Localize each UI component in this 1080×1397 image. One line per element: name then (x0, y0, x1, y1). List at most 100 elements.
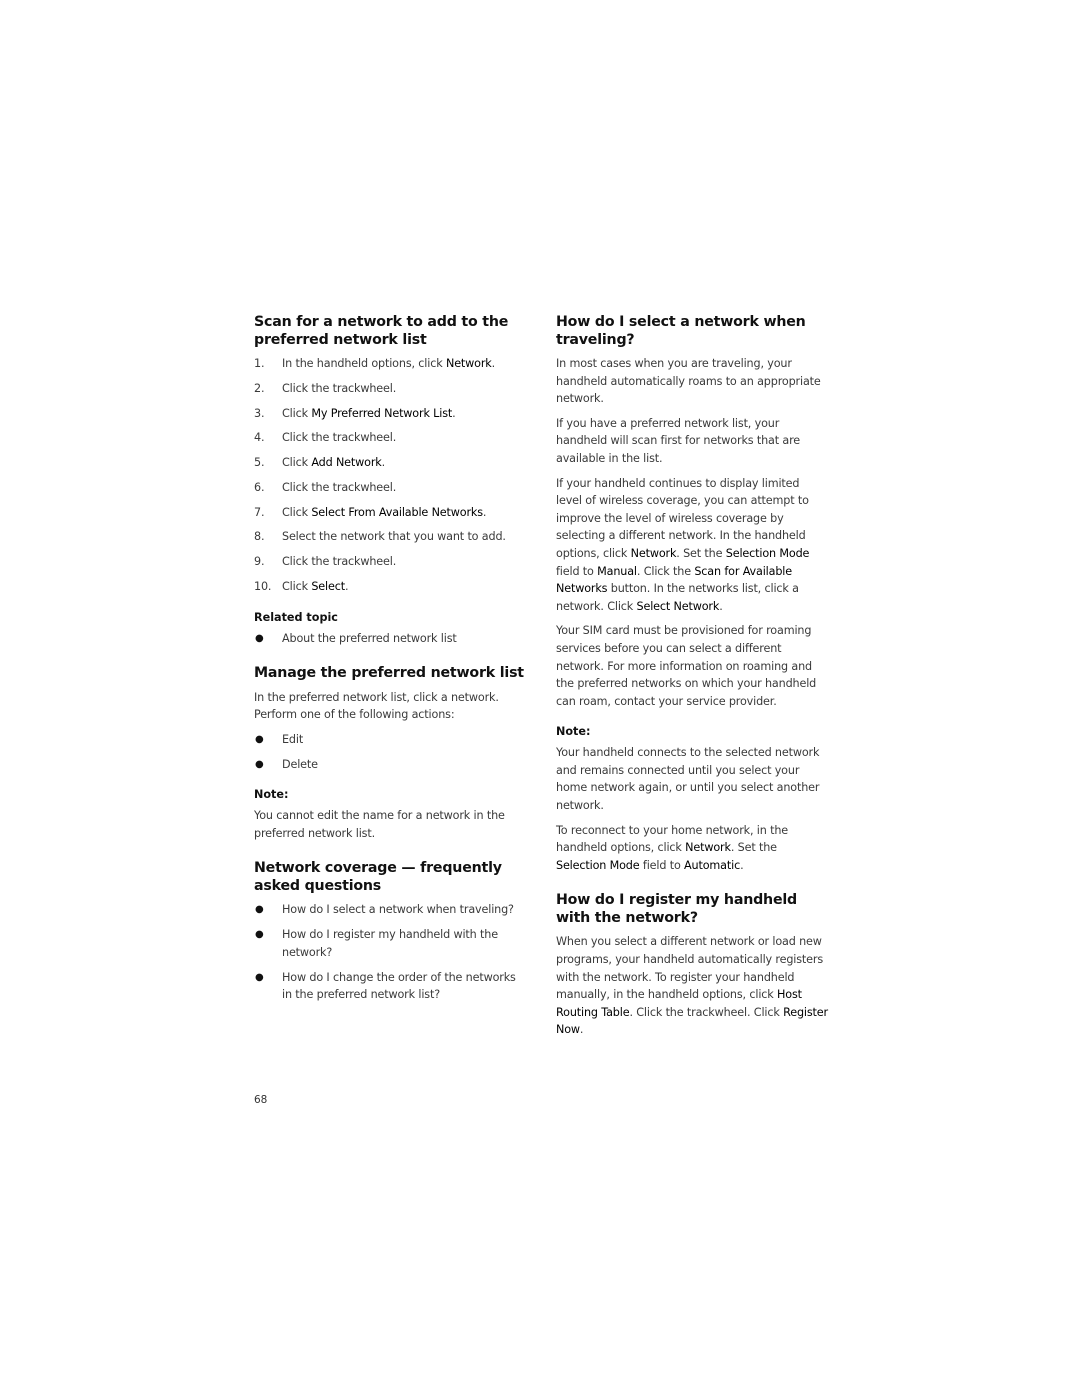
text-segment: . (491, 357, 496, 370)
step-item: 10. Click Select. (254, 578, 526, 596)
step-number: 3. (254, 406, 265, 420)
paragraph: Your SIM card must be provisioned for ro… (556, 622, 828, 710)
ui-term: Select Network (636, 599, 720, 613)
text-segment: . (381, 456, 386, 470)
text-segment: . (719, 599, 723, 613)
step-item: 2. Click the trackwheel. (254, 380, 526, 398)
action-item: ● Delete (254, 756, 526, 774)
ui-term: Automatic (684, 858, 741, 872)
register-section: How do I register my handheld with the n… (556, 892, 828, 1039)
faq-section: Network coverage — frequently asked ques… (254, 860, 526, 1003)
step-number: 9. (254, 555, 265, 569)
paragraph: When you select a different network or l… (556, 933, 828, 1039)
text-segment: . (344, 580, 349, 594)
action-item-text: Delete (282, 757, 318, 771)
page-number: 68 (254, 1094, 268, 1106)
scan-section: Scan for a network to add to the preferr… (254, 314, 526, 647)
text-segment: . Click the trackwheel. Click (629, 1005, 784, 1019)
manage-section-title: Manage the preferred network list (254, 665, 524, 682)
manage-section: Manage the preferred network list In the… (254, 665, 526, 842)
step-item: 8. Select the network that you want to ad… (254, 528, 526, 546)
text-segment: Click (282, 456, 312, 470)
note-paragraph: To reconnect to your home network, in th… (556, 822, 828, 875)
ui-term: Add Network (311, 456, 382, 470)
step-item: 1. In the handheld options, click Network… (254, 355, 526, 373)
ui-term: My Preferred Network List (311, 406, 453, 420)
text-segment: In the handheld options, click (282, 357, 446, 370)
ui-term: Manual (597, 564, 637, 578)
faq-item-text: How do I register my handheld with the n… (282, 928, 498, 959)
bullet-icon: ● (255, 632, 264, 644)
text-segment: Click the trackwheel. (282, 431, 397, 445)
step-number: 1. (254, 357, 265, 370)
bullet-icon: ● (255, 929, 264, 941)
text-segment: In most cases when you are traveling, yo… (556, 357, 821, 406)
step-item: 4. Click the trackwheel. (254, 429, 526, 447)
text-segment: field to (556, 564, 598, 578)
text-segment: If you have a preferred network list, yo… (556, 416, 801, 465)
action-item: ● Edit (254, 731, 526, 749)
faq-list: ● How do I select a network when travelin… (254, 901, 526, 1003)
select-network-note-body: Your handheld connects to the selected n… (556, 744, 828, 874)
faq-item: ● How do I register my handheld with the … (254, 926, 526, 961)
step-number: 5. (254, 456, 265, 470)
text-segment: Click (282, 406, 312, 420)
related-topic-item: ● About the preferred network list (254, 630, 526, 648)
step-item: 9. Click the trackwheel. (254, 553, 526, 571)
related-topics-list: ● About the preferred network list (254, 630, 526, 648)
manage-actions-list: ● Edit ● Delete (254, 731, 526, 773)
right-column: How do I select a network when traveling… (556, 314, 828, 1046)
ui-term: Selection Mode (725, 546, 810, 560)
step-number: 8. (254, 530, 265, 544)
text-segment: . Set the (676, 546, 726, 560)
related-topic-label: Related topic (254, 610, 338, 624)
step-number: 6. (254, 480, 265, 494)
text-segment: Click the trackwheel. (282, 480, 397, 494)
select-network-body: In most cases when you are traveling, yo… (556, 355, 828, 710)
text-segment: . (482, 505, 487, 519)
note-text: You cannot edit the name for a network i… (254, 809, 505, 840)
text-segment: Select the network that you want to add. (282, 530, 506, 544)
paragraph: In most cases when you are traveling, yo… (556, 355, 828, 408)
ui-term: Select (311, 580, 345, 594)
related-topic-item-text: About the preferred network list (282, 631, 457, 645)
left-column: Scan for a network to add to the preferr… (254, 314, 526, 1011)
step-item: 5. Click Add Network. (254, 454, 526, 472)
note-label: Note: (556, 725, 591, 739)
text-segment: . (452, 406, 456, 420)
ui-term: Select From Available Networks (311, 505, 483, 519)
step-item: 3. Click My Preferred Network List. (254, 405, 526, 423)
step-number: 7. (254, 505, 265, 519)
bullet-icon: ● (255, 971, 264, 983)
scan-section-title: Scan for a network to add to the preferr… (254, 314, 509, 348)
faq-section-title: Network coverage — frequently asked ques… (254, 860, 502, 894)
step-number: 4. (254, 431, 265, 445)
note-label: Note: (254, 788, 289, 802)
text-segment: Click (282, 580, 312, 594)
bullet-icon: ● (255, 758, 264, 770)
text-segment: . Click the (636, 564, 695, 578)
step-number: 10. (254, 580, 272, 594)
paragraph: If you have a preferred network list, yo… (556, 415, 828, 468)
manage-intro: In the preferred network list, click a n… (254, 690, 499, 722)
faq-item-text: How do I select a network when traveling… (282, 903, 514, 917)
text-segment: field to (639, 858, 685, 872)
register-body: When you select a different network or l… (556, 933, 828, 1039)
text-segment: . (740, 858, 744, 872)
text-segment: . (579, 1023, 584, 1037)
ui-term: Network (630, 546, 677, 560)
note-paragraph: Your handheld connects to the selected n… (556, 744, 828, 814)
step-item: 6. Click the trackwheel. (254, 479, 526, 497)
text-segment: Your SIM card must be provisioned for ro… (556, 624, 817, 708)
paragraph: If your handheld continues to display li… (556, 475, 828, 616)
scan-steps-list: 1. In the handheld options, click Network… (254, 355, 526, 596)
select-network-section: How do I select a network when traveling… (556, 314, 828, 874)
ui-term: Selection Mode (556, 858, 640, 872)
register-section-title: How do I register my handheld with the n… (556, 892, 797, 926)
step-item: 7. Click Select From Available Networks. (254, 504, 526, 522)
text-segment: . Set the (730, 841, 777, 855)
text-segment: Click the trackwheel. (282, 555, 397, 569)
select-network-title: How do I select a network when traveling… (556, 314, 806, 348)
text-segment: Click the trackwheel. (282, 381, 397, 395)
step-number: 2. (254, 381, 265, 395)
